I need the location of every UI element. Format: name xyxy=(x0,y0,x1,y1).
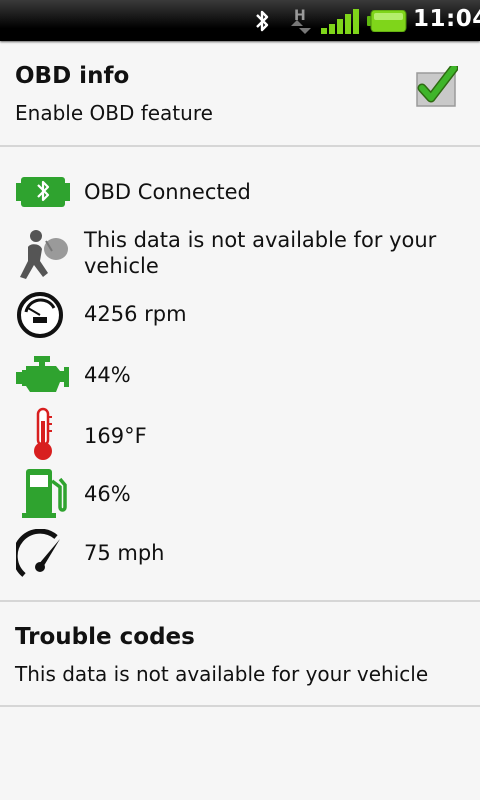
trouble-codes-preference[interactable]: Trouble codes This data is not available… xyxy=(0,602,480,705)
trouble-codes-summary: This data is not available for your vehi… xyxy=(15,662,429,686)
hspa-data-icon: H xyxy=(291,8,311,34)
divider xyxy=(0,145,480,147)
trouble-codes-title: Trouble codes xyxy=(15,624,195,650)
obd-connector-icon xyxy=(16,177,70,207)
obd-info-summary: Enable OBD feature xyxy=(15,101,213,125)
reading-row-airbag: This data is not available for your vehi… xyxy=(0,225,480,283)
bluetooth-icon xyxy=(256,10,269,32)
speed-text: 75 mph xyxy=(84,541,165,565)
reading-row-rpm: 4256 rpm xyxy=(0,288,480,340)
fuel-pump-icon xyxy=(22,469,67,518)
airbag-text: This data is not available for your vehi… xyxy=(84,228,437,278)
signal-strength-icon xyxy=(321,9,359,34)
thermometer-icon xyxy=(34,407,52,460)
obd-enable-checkbox[interactable] xyxy=(416,66,458,108)
engine-icon xyxy=(16,356,69,392)
reading-row-obd-status: OBD Connected xyxy=(0,165,480,221)
battery-icon xyxy=(367,10,407,32)
reading-row-speed: 75 mph xyxy=(0,527,480,583)
coolant-temp-text: 169°F xyxy=(84,424,147,448)
rpm-text: 4256 rpm xyxy=(84,302,187,326)
status-clock: 11:04 xyxy=(413,6,480,32)
reading-row-coolant-temp: 169°F xyxy=(0,405,480,463)
obd-status-text: OBD Connected xyxy=(84,180,251,204)
obd-info-preference[interactable]: OBD info Enable OBD feature xyxy=(0,41,480,145)
engine-load-text: 44% xyxy=(84,363,131,387)
fuel-level-text: 46% xyxy=(84,482,131,506)
speedometer-icon xyxy=(16,529,60,577)
reading-row-engine-load: 44% xyxy=(0,350,480,400)
divider xyxy=(0,705,480,707)
obd-info-title: OBD info xyxy=(15,63,130,89)
status-bar: H 11:04 xyxy=(0,0,480,41)
reading-row-fuel-level: 46% xyxy=(0,467,480,521)
tachometer-icon xyxy=(17,292,63,338)
airbag-icon xyxy=(20,230,68,279)
